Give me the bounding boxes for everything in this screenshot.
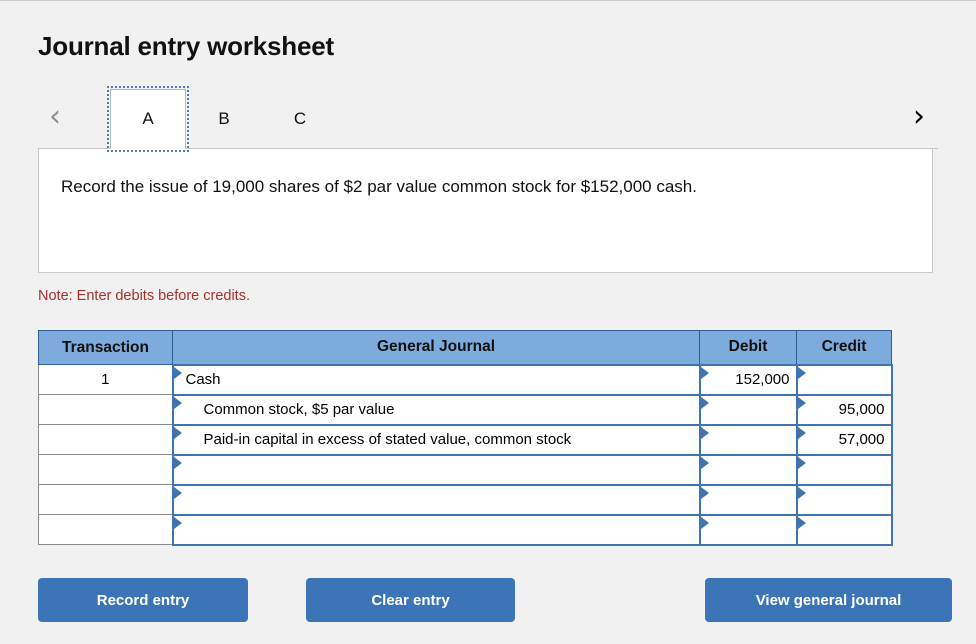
debit-input[interactable]: 152,000 (698, 363, 798, 396)
account-label: Cash (185, 371, 221, 388)
transaction-number[interactable]: 1 (38, 364, 173, 395)
table-row: Paid-in capital in excess of stated valu… (38, 423, 893, 456)
column-header-transaction: Transaction (38, 330, 173, 365)
journal-entry-table: Transaction General Journal Debit Credit… (38, 330, 893, 546)
view-general-journal-button[interactable]: View general journal (705, 578, 952, 622)
account-select[interactable]: Cash (171, 363, 701, 396)
tab-c[interactable]: C (262, 89, 338, 149)
account-select[interactable] (171, 483, 701, 516)
worksheet-tabstrip: ‹ A B C › (38, 86, 938, 152)
credit-input[interactable] (795, 483, 893, 516)
chevron-right-icon[interactable]: › (902, 89, 936, 145)
account-select[interactable] (171, 453, 701, 486)
transaction-description-panel: Record the issue of 19,000 shares of $2 … (38, 148, 933, 273)
transaction-number[interactable] (38, 454, 173, 485)
debit-input[interactable] (698, 483, 798, 516)
transaction-description-text: Record the issue of 19,000 shares of $2 … (61, 177, 697, 196)
credit-input[interactable] (795, 513, 893, 546)
account-select[interactable]: Common stock, $5 par value (171, 393, 701, 426)
debit-input[interactable] (698, 393, 798, 426)
account-label: Common stock, $5 par value (203, 401, 395, 418)
credit-input[interactable] (795, 363, 893, 396)
debit-input[interactable] (698, 453, 798, 486)
debit-input[interactable] (698, 513, 798, 546)
account-select[interactable]: Paid-in capital in excess of stated valu… (171, 423, 701, 456)
table-row (38, 513, 893, 546)
clear-entry-button[interactable]: Clear entry (306, 578, 515, 622)
credit-input[interactable]: 95,000 (795, 393, 893, 426)
chevron-left-icon[interactable]: ‹ (38, 89, 72, 145)
table-row: Common stock, $5 par value 95,000 (38, 393, 893, 426)
credit-input[interactable]: 57,000 (795, 423, 893, 456)
account-select[interactable] (171, 513, 701, 546)
table-row (38, 453, 893, 486)
transaction-number[interactable] (38, 424, 173, 455)
table-row (38, 483, 893, 516)
record-entry-button[interactable]: Record entry (38, 578, 248, 622)
debit-input[interactable] (698, 423, 798, 456)
debits-before-credits-note: Note: Enter debits before credits. (38, 288, 250, 304)
page-title: Journal entry worksheet (38, 31, 334, 61)
tab-list: A B C (107, 86, 338, 152)
column-header-general-journal: General Journal (172, 330, 700, 365)
transaction-number[interactable] (38, 514, 173, 545)
table-row: 1 Cash 152,000 (38, 363, 893, 396)
transaction-number[interactable] (38, 484, 173, 515)
column-header-debit: Debit (699, 330, 797, 365)
tab-b[interactable]: B (186, 89, 262, 149)
tab-a[interactable]: A (107, 86, 189, 152)
column-header-credit: Credit (796, 330, 892, 365)
account-label: Paid-in capital in excess of stated valu… (203, 431, 572, 448)
table-header-row: Transaction General Journal Debit Credit (38, 330, 892, 365)
credit-input[interactable] (795, 453, 893, 486)
transaction-number[interactable] (38, 394, 173, 425)
